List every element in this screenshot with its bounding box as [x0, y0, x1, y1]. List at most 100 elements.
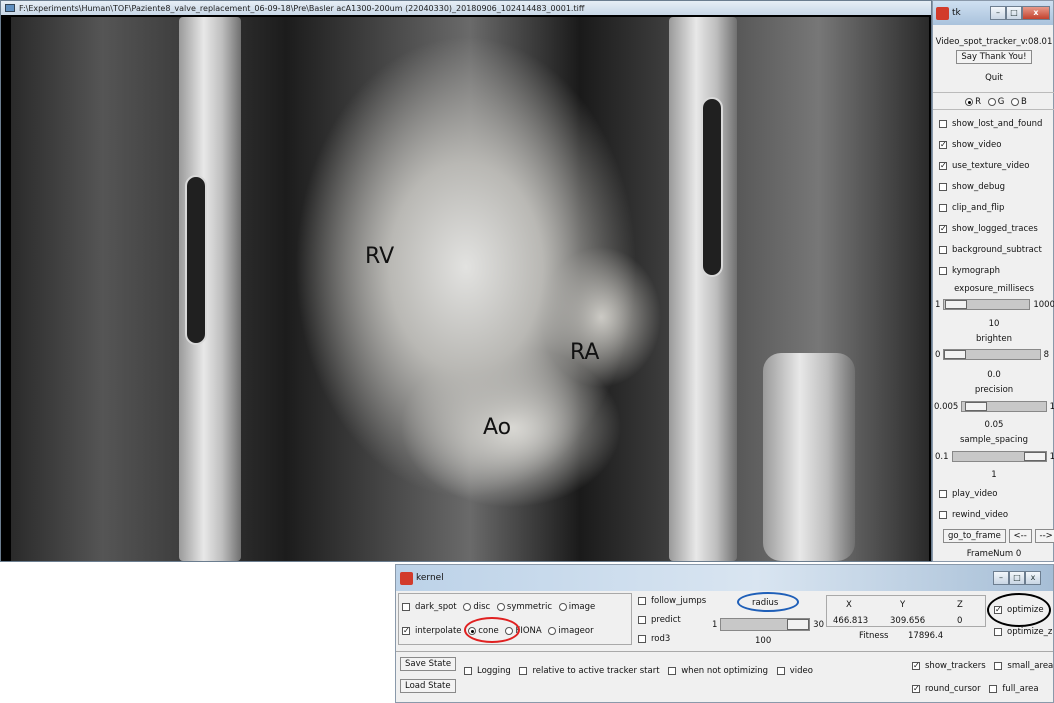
frame-num: FrameNum 0: [966, 549, 1022, 559]
video-titlebar: F:\Experiments\Human\TOF\Paziente8_valve…: [1, 1, 931, 15]
checkbox-clip-and-flip[interactable]: clip_and_flip: [933, 203, 1054, 213]
close-button[interactable]: x: [1022, 6, 1050, 20]
right-retractor: [669, 17, 737, 561]
video-window: F:\Experiments\Human\TOF\Paziente8_valve…: [0, 0, 932, 562]
checkbox-dark-spot[interactable]: dark_spot: [400, 602, 457, 612]
brighten-slider-thumb[interactable]: [944, 350, 967, 359]
maximize-button[interactable]: □: [1006, 6, 1022, 20]
x-header: X: [846, 600, 852, 610]
checkbox-small-area[interactable]: small_area: [988, 661, 1053, 671]
radio-r[interactable]: [965, 97, 974, 106]
sample-spacing-max: 1: [1049, 451, 1054, 462]
checkbox-show-video[interactable]: ✓ show_video: [933, 140, 1054, 150]
checkbox-full-area[interactable]: full_area: [983, 684, 1039, 694]
video-title: F:\Experiments\Human\TOF\Paziente8_valve…: [19, 3, 585, 13]
prev-frame-button[interactable]: <--: [1008, 529, 1032, 543]
radio-b[interactable]: [1011, 97, 1020, 106]
z-header: Z: [957, 600, 963, 610]
tk-title: tk: [952, 8, 961, 18]
brighten-slider[interactable]: [943, 349, 1041, 360]
checkbox-use-texture-video[interactable]: ✓ use_texture_video: [933, 161, 1054, 171]
precision-label: precision: [974, 385, 1014, 395]
precision-value: 0.05: [984, 420, 1004, 430]
checkbox-show-lost-and-found[interactable]: show_lost_and_found: [933, 119, 1054, 129]
precision-max: 1: [1049, 401, 1054, 412]
radius-slider[interactable]: [720, 618, 811, 631]
checkbox-relative[interactable]: relative to active tracker start: [513, 666, 660, 676]
precision-slider-thumb[interactable]: [965, 402, 988, 411]
radio-image[interactable]: image: [555, 602, 595, 612]
x-value: 466.813: [833, 616, 869, 626]
radius-value: 100: [755, 636, 772, 646]
cone-highlight: [464, 617, 520, 643]
checkbox-follow-jumps[interactable]: follow_jumps: [636, 596, 706, 606]
checkbox-show-trackers[interactable]: ✓ show_trackers: [906, 661, 986, 671]
video-frame[interactable]: RV RA Ao: [11, 17, 929, 561]
quit-button[interactable]: Quit: [933, 73, 1054, 83]
kernel-divider: [396, 651, 1053, 652]
say-thanks-button[interactable]: Say Thank You!: [956, 50, 1032, 64]
version-label: Video_spot_tracker_v:08.01: [935, 37, 1053, 47]
go-to-frame-button[interactable]: go_to_frame: [943, 529, 1006, 543]
sample-spacing-min: 0.1: [935, 451, 949, 462]
radio-symmetric[interactable]: symmetric: [493, 602, 552, 612]
sample-spacing-value: 1: [991, 470, 997, 480]
checkbox-background-subtract[interactable]: background_subtract: [933, 245, 1054, 255]
checkbox-video[interactable]: video: [771, 666, 813, 676]
radio-imageor[interactable]: imageor: [544, 626, 594, 636]
save-state-button[interactable]: Save State: [400, 657, 457, 671]
tk-titlebar: tk – □ x: [933, 1, 1053, 25]
optimize-highlight: [987, 593, 1051, 627]
tk-feather-icon: [936, 6, 949, 20]
kernel-window-buttons: – □ x: [993, 571, 1041, 585]
y-value: 309.656: [890, 616, 926, 626]
kernel-minimize-button[interactable]: –: [993, 571, 1009, 585]
checkbox-when-not-optimizing[interactable]: when not optimizing: [662, 666, 768, 676]
kernel-title: kernel: [416, 573, 444, 583]
kernel-titlebar: kernel – □ x: [396, 565, 1053, 591]
radio-g[interactable]: [987, 97, 996, 106]
exposure-label: exposure_millisecs: [954, 284, 1034, 294]
checkbox-kymograph[interactable]: kymograph: [933, 266, 1054, 276]
checkbox-show-logged-traces[interactable]: ✓ show_logged_traces: [933, 224, 1054, 234]
exposure-slider[interactable]: [943, 299, 1031, 310]
sample-spacing-slider[interactable]: [951, 451, 1047, 462]
load-state-button[interactable]: Load State: [400, 679, 456, 693]
radio-disc[interactable]: disc: [459, 602, 490, 612]
checkbox-show-debug[interactable]: show_debug: [933, 182, 1054, 192]
exposure-min: 1: [935, 299, 941, 310]
checkbox-optimize-z[interactable]: optimize_z: [994, 627, 1052, 637]
tk-window-buttons: – □ x: [990, 6, 1050, 20]
radius-highlight: [737, 592, 799, 612]
checkbox-round-cursor[interactable]: ✓ round_cursor: [906, 684, 981, 694]
brighten-label: brighten: [976, 334, 1012, 344]
brighten-value: 0.0: [987, 370, 1001, 380]
exposure-max: 1000: [1033, 299, 1054, 310]
label-ra: RA: [570, 340, 600, 365]
tk-control-panel: tk – □ x Video_spot_tracker_v:08.01 Say …: [932, 0, 1054, 562]
kernel-maximize-button[interactable]: □: [1009, 571, 1025, 585]
checkbox-play-video[interactable]: play_video: [933, 489, 1054, 499]
checkbox-predict[interactable]: predict: [636, 615, 681, 625]
brighten-min: 0: [935, 349, 941, 360]
sample-spacing-slider-thumb[interactable]: [1023, 452, 1046, 461]
sample-spacing-label: sample_spacing: [959, 435, 1028, 445]
next-frame-button[interactable]: -->: [1034, 529, 1054, 543]
right-retractor-slot: [701, 97, 723, 277]
radius-slider-thumb[interactable]: [787, 619, 810, 630]
checkbox-logging[interactable]: Logging: [458, 666, 511, 676]
checkbox-interpolate[interactable]: ✓ interpolate: [400, 626, 462, 636]
color-channel-group: R G B: [933, 92, 1054, 110]
radius-min: 1: [712, 619, 718, 630]
exposure-value: 10: [988, 319, 1000, 329]
checkbox-rod3[interactable]: rod3: [636, 634, 670, 644]
exposure-slider-thumb[interactable]: [945, 300, 968, 309]
minimize-button[interactable]: –: [990, 6, 1006, 20]
fitness-value: 17896.4: [908, 631, 944, 641]
precision-slider[interactable]: [961, 401, 1047, 412]
window-icon: [5, 4, 15, 12]
label-rv: RV: [365, 244, 395, 269]
kernel-close-button[interactable]: x: [1025, 571, 1041, 585]
left-retractor-slot: [185, 175, 207, 345]
checkbox-rewind-video[interactable]: rewind_video: [933, 510, 1054, 520]
